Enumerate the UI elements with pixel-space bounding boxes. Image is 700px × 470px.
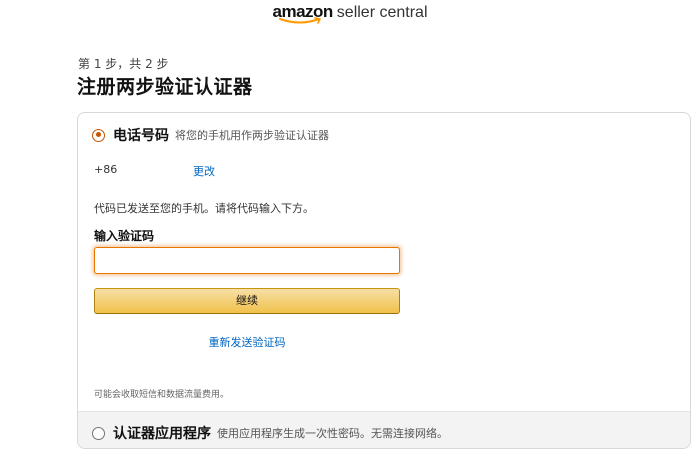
change-phone-link[interactable]: 更改 — [193, 163, 215, 179]
page-title: 注册两步验证认证器 — [77, 76, 253, 98]
code-sent-message: 代码已发送至您的手机。请将代码输入下方。 — [94, 202, 314, 215]
verification-options-card: 电话号码 将您的手机用作两步验证认证器 +86 更改 代码已发送至您的手机。请将… — [77, 112, 691, 449]
authenticator-option-section[interactable]: 认证器应用程序 使用应用程序生成一次性密码。无需连接网络。 — [78, 411, 690, 448]
authenticator-option-description: 使用应用程序生成一次性密码。无需连接网络。 — [217, 427, 448, 440]
code-input-label: 输入验证码 — [94, 229, 155, 243]
step-indicator: 第 1 步，共 2 步 — [78, 57, 169, 71]
phone-option-title: 电话号码 — [113, 128, 169, 144]
sms-fee-note: 可能会收取短信和数据流量费用。 — [94, 390, 230, 400]
amazon-seller-central-logo: amazon seller central — [0, 2, 700, 28]
verification-code-input[interactable] — [94, 247, 400, 274]
phone-number-text: +86 — [94, 163, 118, 176]
authenticator-option-row[interactable]: 认证器应用程序 使用应用程序生成一次性密码。无需连接网络。 — [92, 423, 448, 443]
phone-option-row[interactable]: 电话号码 将您的手机用作两步验证认证器 — [92, 125, 329, 145]
amazon-smile-icon — [278, 17, 321, 24]
phone-radio-button[interactable] — [92, 128, 105, 142]
logo-product-text: seller central — [336, 4, 428, 21]
authenticator-radio-button[interactable] — [92, 426, 105, 440]
authenticator-option-title: 认证器应用程序 — [113, 426, 211, 442]
phone-option-description: 将您的手机用作两步验证认证器 — [175, 129, 329, 142]
continue-button[interactable]: 继续 — [94, 288, 400, 314]
resend-code-link[interactable]: 重新发送验证码 — [94, 334, 400, 350]
